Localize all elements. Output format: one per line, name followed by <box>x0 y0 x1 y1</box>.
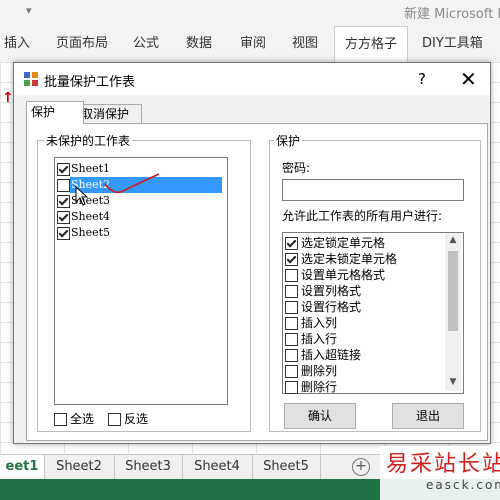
sheet-checkbox[interactable] <box>57 163 70 176</box>
password-label: 密码: <box>282 161 311 175</box>
ribbon-tab-formulas[interactable]: 公式 <box>133 26 159 62</box>
permission-checkbox[interactable] <box>285 301 298 314</box>
site-watermark: 易采站长站 easck.com <box>380 446 500 500</box>
sheet-checkbox[interactable] <box>57 195 70 208</box>
ribbon-tab-insert[interactable]: 插入 <box>4 26 30 62</box>
scroll-down-icon[interactable]: ▼ <box>445 377 461 387</box>
close-icon[interactable]: ✕ <box>460 67 477 91</box>
excel-ribbon-tabs: 插入 页面布局 公式 数据 审阅 视图 方方格子 DIY工具箱 <box>0 26 500 63</box>
exit-button[interactable]: 退出 <box>392 403 464 429</box>
permission-label: 插入行 <box>301 332 338 346</box>
invert-box[interactable] <box>108 413 121 426</box>
watermark-url: easck.com <box>426 478 500 492</box>
unprotected-sheets-group: 未保护的工作表 Sheet1 Sheet2 Sheet3 Sheet4 Shee… <box>37 132 251 432</box>
permission-label: 插入列 <box>301 316 338 330</box>
permission-label: 选定未锁定单元格 <box>301 252 398 266</box>
permission-label: 设置行格式 <box>301 300 362 314</box>
select-all-label: 全选 <box>70 412 95 426</box>
unprotected-sheets-label: 未保护的工作表 <box>44 132 133 149</box>
sheet-checkbox[interactable] <box>57 227 70 240</box>
batch-protect-dialog: 批量保护工作表 ? ✕ 保护 取消保护 未保护的工作表 Sheet1 Sheet… <box>13 62 491 444</box>
permission-checkbox[interactable] <box>285 381 298 394</box>
excel-title-bar: ▾ 新建 Microsoft E <box>0 0 500 26</box>
red-checkmark-annotation <box>104 173 160 194</box>
ribbon-tab-diy-toolbox[interactable]: DIY工具箱 <box>422 26 483 62</box>
permission-label: 插入超链接 <box>301 348 362 362</box>
sheet-name: Sheet5 <box>71 226 111 239</box>
sheet-tab-4[interactable]: Sheet4 <box>182 455 253 479</box>
dialog-title-bar[interactable]: 批量保护工作表 ? ✕ <box>14 63 490 95</box>
ribbon-tab-review[interactable]: 审阅 <box>240 26 266 62</box>
permission-label: 删除列 <box>301 364 338 378</box>
ribbon-tab-data[interactable]: 数据 <box>186 26 212 62</box>
permission-checkbox[interactable] <box>285 269 298 282</box>
permission-label: 删除行 <box>301 380 338 394</box>
permission-checkbox[interactable] <box>285 349 298 362</box>
sheet-list[interactable]: Sheet1 Sheet2 Sheet3 Sheet4 Sheet5 <box>54 157 228 405</box>
protect-tab-panel: 未保护的工作表 Sheet1 Sheet2 Sheet3 Sheet4 Shee… <box>26 123 488 441</box>
confirm-button[interactable]: 确认 <box>284 403 356 429</box>
permissions-list[interactable]: 选定锁定单元格 选定未锁定单元格 设置单元格格式 设置列格式 设置行格式 插入列… <box>282 232 464 394</box>
red-annotation-mark: ↑ <box>2 90 14 106</box>
dialog-app-icon <box>24 72 38 86</box>
add-sheet-icon[interactable]: + <box>352 458 370 476</box>
ribbon-tab-page-layout[interactable]: 页面布局 <box>56 26 108 62</box>
sheet-tab-3[interactable]: Sheet3 <box>114 455 183 479</box>
ribbon-tab-fangfang[interactable]: 方方格子 <box>334 26 409 63</box>
permission-checkbox[interactable] <box>285 237 298 250</box>
ribbon-tab-view[interactable]: 视图 <box>292 26 318 62</box>
password-input[interactable] <box>282 179 464 201</box>
tab-protect[interactable]: 保护 <box>26 101 84 124</box>
permission-checkbox[interactable] <box>285 365 298 378</box>
permission-label: 选定锁定单元格 <box>301 236 386 250</box>
watermark-text: 易采站长站 <box>386 452 500 477</box>
help-icon[interactable]: ? <box>418 70 426 88</box>
sheet-tab-1[interactable]: eet1 <box>0 455 45 481</box>
sheet-tab-5[interactable]: Sheet5 <box>252 455 321 479</box>
sheet-checkbox[interactable] <box>57 211 70 224</box>
permission-label: 设置单元格格式 <box>301 268 386 282</box>
sheet-checkbox[interactable] <box>57 179 70 192</box>
select-all-box[interactable] <box>54 413 67 426</box>
excel-window-title: 新建 Microsoft E <box>404 7 500 22</box>
dialog-title: 批量保护工作表 <box>44 75 136 90</box>
sheet-tab-2[interactable]: Sheet2 <box>44 455 115 479</box>
permissions-scrollbar[interactable]: ▲ ▼ <box>445 233 461 391</box>
mouse-pointer-icon <box>75 186 89 206</box>
protection-label: 保护 <box>274 132 303 149</box>
scroll-up-icon[interactable]: ▲ <box>445 235 461 245</box>
permission-checkbox[interactable] <box>285 253 298 266</box>
permission-checkbox[interactable] <box>285 285 298 298</box>
quick-access-dropdown-icon[interactable]: ▾ <box>26 4 32 17</box>
permission-checkbox[interactable] <box>285 317 298 330</box>
invert-label: 反选 <box>124 412 149 426</box>
scrollbar-thumb[interactable] <box>448 251 458 331</box>
allow-users-label: 允许此工作表的所有用户进行: <box>282 209 443 223</box>
permission-label: 设置列格式 <box>301 284 362 298</box>
sheet-name: Sheet4 <box>71 210 111 223</box>
tab-unprotect[interactable]: 取消保护 <box>76 104 142 123</box>
protection-group: 保护 密码: 允许此工作表的所有用户进行: 选定锁定单元格 选定未锁定单元格 设… <box>269 132 481 432</box>
permission-checkbox[interactable] <box>285 333 298 346</box>
